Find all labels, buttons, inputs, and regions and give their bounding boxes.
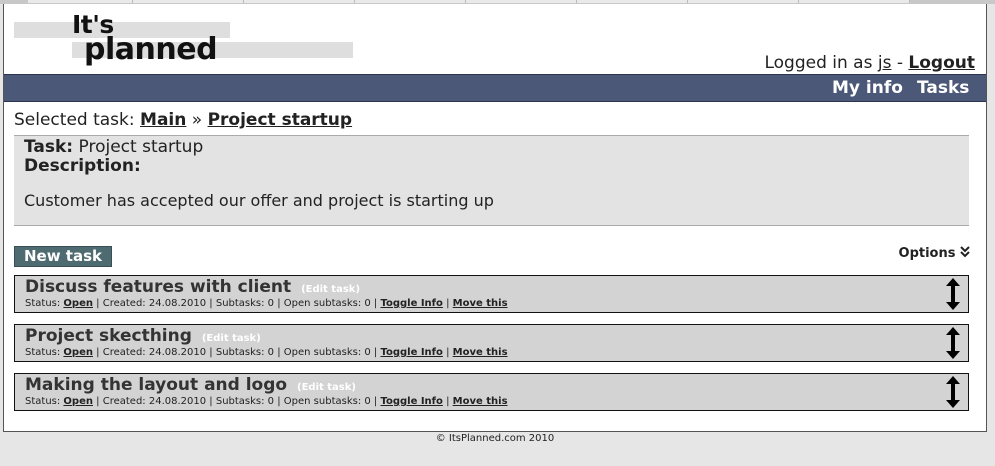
- created-date: Created: 24.08.2010: [102, 347, 207, 358]
- description-label: Description:: [24, 156, 141, 176]
- toggle-info-link[interactable]: Toggle Info: [380, 396, 442, 407]
- browser-tab[interactable]: [244, 0, 355, 3]
- created-date: Created: 24.08.2010: [102, 298, 207, 309]
- nav-my-info[interactable]: My info: [832, 78, 903, 98]
- breadcrumb-prefix: Selected task:: [14, 110, 135, 130]
- move-vertical-icon[interactable]: [945, 327, 961, 359]
- subtask-item: Project skecthing (Edit task) Status: Op…: [14, 324, 969, 362]
- created-date: Created: 24.08.2010: [102, 396, 207, 407]
- move-vertical-icon[interactable]: [945, 278, 961, 310]
- open-subtask-count: Open subtasks: 0: [283, 347, 371, 358]
- browser-tab[interactable]: [688, 0, 799, 3]
- browser-tab[interactable]: [355, 0, 466, 3]
- move-vertical-icon[interactable]: [945, 376, 961, 408]
- double-chevron-down-icon: [960, 246, 970, 258]
- subtask-title-row: Project skecthing (Edit task): [25, 326, 261, 346]
- options-label: Options: [898, 246, 956, 261]
- task-details: Task: Project startup Description: Custo…: [14, 135, 969, 226]
- browser-tab[interactable]: [133, 0, 244, 3]
- edit-task-link[interactable]: (Edit task): [202, 333, 261, 344]
- footer-copyright: © ItsPlanned.com 2010: [435, 433, 555, 444]
- browser-tab[interactable]: [577, 0, 688, 3]
- subtask-title-row: Making the layout and logo (Edit task): [25, 375, 356, 395]
- logo-text-line2: planned: [84, 32, 218, 67]
- breadcrumb-current-link[interactable]: Project startup: [208, 110, 353, 130]
- toggle-info-link[interactable]: Toggle Info: [380, 298, 442, 309]
- page-container: It's planned Logged in as js - Logout My…: [3, 4, 987, 432]
- subtask-count: Subtasks: 0: [215, 396, 275, 407]
- subtask-count: Subtasks: 0: [215, 347, 275, 358]
- status-link[interactable]: Open: [63, 298, 93, 309]
- nav-tasks[interactable]: Tasks: [917, 78, 969, 98]
- subtask-meta: Status: Open | Created: 24.08.2010 | Sub…: [25, 298, 508, 309]
- login-prefix: Logged in as: [764, 53, 873, 73]
- edit-task-link[interactable]: (Edit task): [297, 382, 356, 393]
- subtask-title[interactable]: Making the layout and logo: [25, 375, 287, 395]
- open-subtask-count: Open subtasks: 0: [283, 298, 371, 309]
- open-subtask-count: Open subtasks: 0: [283, 396, 371, 407]
- subtask-title[interactable]: Discuss features with client: [25, 277, 291, 297]
- username-link[interactable]: js: [878, 53, 892, 73]
- move-this-link[interactable]: Move this: [453, 347, 508, 358]
- subtask-title-row: Discuss features with client (Edit task): [25, 277, 360, 297]
- logout-link[interactable]: Logout: [908, 53, 975, 73]
- options-toggle[interactable]: Options: [899, 246, 970, 261]
- status-link[interactable]: Open: [63, 396, 93, 407]
- edit-task-link[interactable]: (Edit task): [301, 284, 360, 295]
- task-description: Customer has accepted our offer and proj…: [24, 191, 494, 210]
- subtask-title[interactable]: Project skecthing: [25, 326, 192, 346]
- task-name: Project startup: [78, 137, 204, 157]
- status-label: Status:: [25, 396, 61, 407]
- main-nav: My info Tasks: [4, 74, 986, 102]
- subtask-count: Subtasks: 0: [215, 298, 275, 309]
- browser-tab[interactable]: [28, 0, 133, 3]
- status-label: Status:: [25, 298, 61, 309]
- login-separator: -: [896, 53, 903, 73]
- new-task-button[interactable]: New task: [14, 246, 113, 267]
- subtask-item: Making the layout and logo (Edit task) S…: [14, 373, 969, 411]
- move-this-link[interactable]: Move this: [453, 396, 508, 407]
- task-name-row: Task: Project startup: [24, 137, 203, 157]
- login-status: Logged in as js - Logout: [764, 53, 975, 73]
- status-link[interactable]: Open: [63, 347, 93, 358]
- breadcrumb-main-link[interactable]: Main: [140, 110, 186, 130]
- browser-tab[interactable]: [466, 0, 577, 3]
- task-label: Task:: [24, 137, 74, 157]
- move-this-link[interactable]: Move this: [453, 298, 508, 309]
- subtask-item: Discuss features with client (Edit task)…: [14, 275, 969, 313]
- site-logo[interactable]: It's planned: [14, 10, 354, 68]
- subtask-meta: Status: Open | Created: 24.08.2010 | Sub…: [25, 347, 508, 358]
- subtask-meta: Status: Open | Created: 24.08.2010 | Sub…: [25, 396, 508, 407]
- breadcrumb: Selected task: Main » Project startup: [14, 110, 352, 130]
- browser-tab[interactable]: [799, 0, 910, 3]
- toggle-info-link[interactable]: Toggle Info: [380, 347, 442, 358]
- status-label: Status:: [25, 347, 61, 358]
- breadcrumb-separator: »: [191, 110, 203, 130]
